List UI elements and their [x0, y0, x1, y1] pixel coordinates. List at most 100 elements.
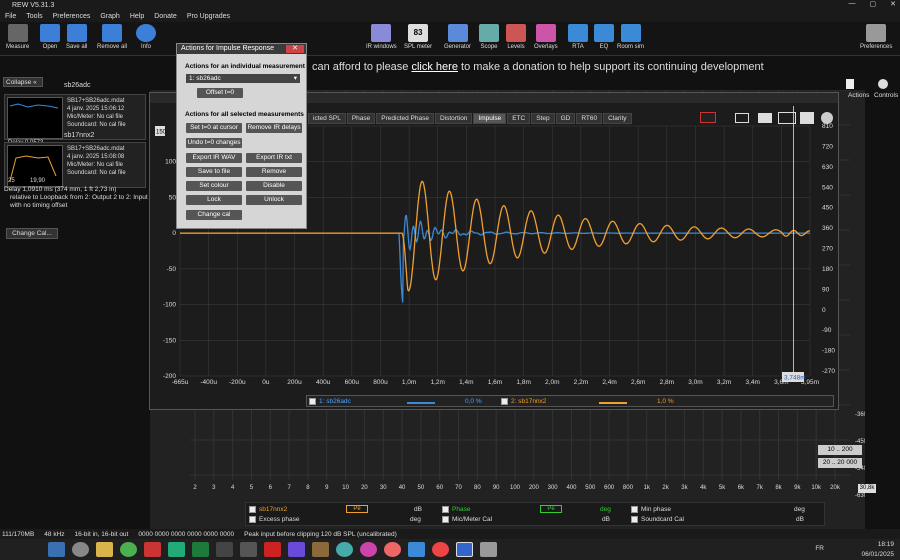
- window-title: REW V5.31.3: [12, 1, 55, 9]
- room-sim-button[interactable]: Room sim: [617, 24, 644, 50]
- taskview-icon[interactable]: [48, 542, 65, 557]
- chrome-icon[interactable]: [120, 542, 137, 557]
- pe-badge-1[interactable]: Pe: [346, 505, 368, 513]
- room-sim-icon: [620, 24, 641, 42]
- undo-t0-button[interactable]: Undo t=0 changes: [186, 138, 242, 148]
- set-t0-cursor-button[interactable]: Set t=0 at cursor: [186, 123, 242, 133]
- app-icon-8[interactable]: [336, 542, 353, 557]
- rta-button[interactable]: RTA: [568, 24, 588, 50]
- measurement-select[interactable]: 1: sb26adc ▾: [186, 74, 300, 83]
- actions-icon[interactable]: [846, 79, 854, 89]
- firefox-icon[interactable]: [384, 542, 401, 557]
- minimize-button[interactable]: —: [849, 0, 856, 8]
- export-ir-wav-button[interactable]: Export IR WAV: [186, 153, 242, 163]
- spl-meter-icon: 83: [408, 24, 429, 42]
- export-ir-txt-button[interactable]: Export IR txt: [246, 153, 302, 163]
- measure-button[interactable]: Measure: [6, 24, 29, 50]
- rta-icon: [568, 24, 588, 42]
- overlays-button[interactable]: Overlays: [534, 24, 558, 50]
- menu-donate[interactable]: Donate: [154, 13, 177, 20]
- x-tick-label: 0u: [262, 379, 270, 386]
- levels-button[interactable]: Levels: [506, 24, 526, 50]
- gear-icon[interactable]: [878, 79, 888, 89]
- spl-meter-button[interactable]: 83 SPL meter: [404, 24, 432, 50]
- excel-icon[interactable]: [192, 542, 209, 557]
- mic-meter-cal-checkbox[interactable]: [442, 516, 449, 523]
- change-cal-dialog-button[interactable]: Change cal: [186, 210, 242, 220]
- corner-value: 30,8k: [858, 484, 876, 493]
- logo-icon[interactable]: [216, 542, 233, 557]
- collapse-button[interactable]: Collapse «: [3, 77, 43, 87]
- bg-x-tick: 10: [342, 485, 349, 491]
- remove-all-button[interactable]: Remove all: [97, 24, 127, 50]
- phase-checkbox[interactable]: [442, 506, 449, 513]
- menu-graph[interactable]: Graph: [100, 13, 119, 20]
- range-preset-1[interactable]: 10 .. 200: [818, 445, 862, 455]
- sb17nnx2-checkbox[interactable]: [249, 506, 256, 513]
- info-button[interactable]: Info: [136, 24, 156, 50]
- app-icon-10[interactable]: [408, 542, 425, 557]
- remove-button[interactable]: Remove: [246, 167, 302, 177]
- menu-preferences[interactable]: Preferences: [53, 13, 91, 20]
- actions-button[interactable]: Actions: [848, 92, 869, 99]
- lock-button[interactable]: Lock: [186, 195, 242, 205]
- y-tick-label: 0: [172, 230, 176, 237]
- ir-windows-button[interactable]: IR windows: [366, 24, 397, 50]
- maximize-button[interactable]: ▢: [870, 0, 877, 8]
- right-axis-label: 0: [822, 307, 826, 314]
- bg-x-tick: 2: [193, 485, 197, 491]
- legend-checkbox-1[interactable]: [309, 398, 316, 405]
- bottom-label-1: sb17nnx2: [259, 506, 288, 513]
- overlays-icon: [535, 24, 556, 42]
- range-preset-2[interactable]: 20 .. 20 000: [818, 458, 862, 468]
- save-to-file-button[interactable]: Save to file: [186, 167, 242, 177]
- peak-status: Peak input before clipping 120 dB SPL (u…: [244, 530, 397, 538]
- scope-button[interactable]: Scope: [479, 24, 499, 50]
- preferences-button[interactable]: Preferences: [860, 24, 892, 50]
- menu-help[interactable]: Help: [130, 13, 144, 20]
- eq-button[interactable]: EQ: [594, 24, 614, 50]
- generator-button[interactable]: Generator: [444, 24, 471, 50]
- app-icon-9[interactable]: [360, 542, 377, 557]
- offset-t0-button[interactable]: Offset t=0: [197, 88, 243, 98]
- soundcard-cal-checkbox[interactable]: [631, 516, 638, 523]
- app-icon-4[interactable]: [240, 542, 257, 557]
- legend-checkbox-2[interactable]: [501, 398, 508, 405]
- menu-tools[interactable]: Tools: [26, 13, 42, 20]
- cursor-x-label: 3,748m: [784, 375, 806, 382]
- disable-button[interactable]: Disable: [246, 181, 302, 191]
- open-button[interactable]: Open: [40, 24, 60, 50]
- save-all-button[interactable]: Save all: [66, 24, 87, 50]
- menu-pro-upgrades[interactable]: Pro Upgrades: [187, 13, 230, 20]
- pe-badge-2[interactable]: Pe: [540, 505, 562, 513]
- app-icon-7[interactable]: [312, 542, 329, 557]
- app-icon-1[interactable]: [72, 542, 89, 557]
- controls-button[interactable]: Controls: [874, 92, 898, 99]
- system-tray: FR 18:19 06/01/2025: [815, 539, 894, 560]
- clock[interactable]: 18:19 06/01/2025: [861, 539, 894, 560]
- explorer-icon[interactable]: [96, 542, 113, 557]
- app-icon-6[interactable]: [288, 542, 305, 557]
- measurement-item-2[interactable]: SB17+SB26adc.mdat 4 janv. 2025 15:08:08 …: [4, 142, 146, 188]
- app-icon-5[interactable]: [264, 542, 281, 557]
- close-button[interactable]: ✕: [890, 0, 896, 8]
- remove-ir-delays-button[interactable]: Remove IR delays: [246, 123, 302, 133]
- bg-x-tick: 20k: [830, 485, 841, 491]
- app-icon-11[interactable]: [432, 542, 449, 557]
- language-indicator[interactable]: FR: [815, 544, 824, 554]
- app-icon-3[interactable]: [168, 542, 185, 557]
- min-phase-checkbox[interactable]: [631, 506, 638, 513]
- app-icon-12[interactable]: [480, 542, 497, 557]
- unlock-button[interactable]: Unlock: [246, 195, 302, 205]
- set-colour-button[interactable]: Set colour: [186, 181, 242, 191]
- impulse-actions-dialog: Actions for Impulse Response ✕ Actions f…: [176, 43, 307, 229]
- donate-link[interactable]: click here: [411, 61, 457, 73]
- x-tick-label: 400u: [316, 379, 331, 386]
- dialog-close-button[interactable]: ✕: [286, 45, 304, 53]
- x-tick-label: 1,8m: [516, 379, 530, 386]
- excess-phase-checkbox[interactable]: [249, 516, 256, 523]
- app-icon-2[interactable]: [144, 542, 161, 557]
- menu-file[interactable]: File: [5, 13, 16, 20]
- rew-taskbar-icon[interactable]: [456, 542, 473, 557]
- change-cal-button[interactable]: Change Cal...: [6, 228, 58, 239]
